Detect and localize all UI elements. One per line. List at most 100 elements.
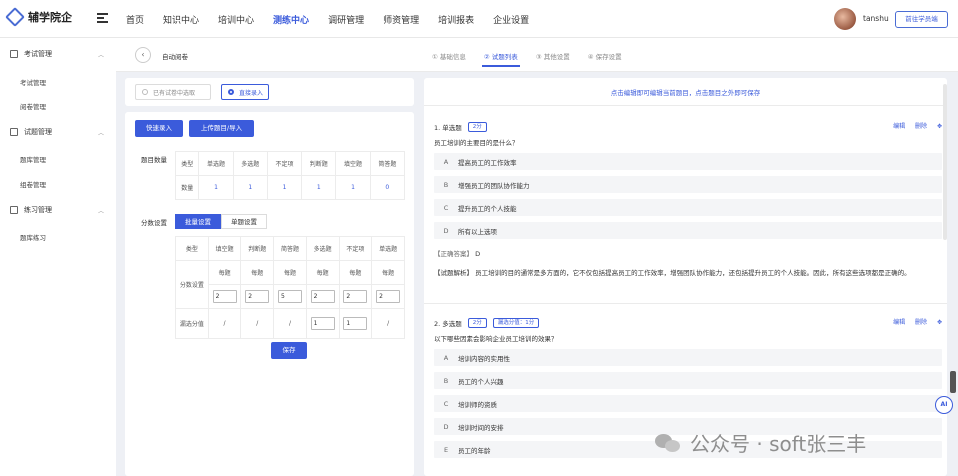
- option-row: B 员工的个人兴趣: [434, 372, 942, 389]
- sidebar-item-compose[interactable]: 组卷管理: [20, 179, 46, 189]
- tab-single[interactable]: 单题设置: [221, 214, 267, 229]
- chevron-up-icon: ︿: [98, 207, 105, 215]
- table-header: 简答题: [369, 151, 406, 176]
- sidebar-item-grading[interactable]: 阅卷管理: [20, 101, 46, 111]
- watermark: 公众号 · soft张三丰: [655, 428, 866, 457]
- nav-survey[interactable]: 调研管理: [328, 13, 364, 26]
- table-cell: /: [240, 308, 275, 339]
- tab-batch[interactable]: 批量设置: [175, 214, 221, 229]
- back-arrow-icon[interactable]: ‹: [135, 47, 151, 63]
- delete-button[interactable]: 删除: [915, 319, 927, 326]
- sidebar-group-questions[interactable]: 试题管理 ︿: [10, 127, 104, 137]
- sidebar-group-exam[interactable]: 考试管理 ︿: [10, 49, 104, 59]
- breadcrumb: ‹ 自动阅卷 ① 基础信息 ② 试题列表 ③ 其他设置 ④ 保存设置: [116, 38, 958, 72]
- question-card[interactable]: 1. 单选题 2分 编辑 删除 ✥ 员工培训的主要目的是什么？ A 提高员工的工作…: [434, 121, 942, 279]
- chevron-up-icon: ︿: [98, 129, 105, 137]
- step-tabs: ① 基础信息 ② 试题列表 ③ 其他设置 ④ 保存设置: [432, 51, 640, 67]
- option-text: 员工的年龄: [458, 446, 491, 455]
- question-panel: 点击编辑即可编辑当前题目，点击题目之外即可保存 1. 单选题 2分 编辑 删除 …: [424, 78, 947, 476]
- option-text: 所有以上选项: [458, 227, 497, 236]
- option-key: D: [443, 422, 449, 431]
- table-header: 类型: [174, 151, 200, 176]
- score-input[interactable]: 5: [277, 290, 302, 303]
- count-label: 题目数量: [141, 156, 167, 164]
- table-header: 简答题: [273, 236, 307, 261]
- table-cell: 每题: [338, 260, 373, 285]
- menu-toggle-icon[interactable]: [97, 13, 108, 25]
- radio-from-paper[interactable]: 已有试卷中选取: [135, 84, 211, 100]
- nav-home[interactable]: 首页: [126, 13, 144, 26]
- missed-score-badge: 漏选分值：1分: [492, 318, 540, 328]
- score-badge: 2分: [467, 318, 487, 328]
- table-header: 单选题: [371, 236, 405, 261]
- sidebar-item-exam-manage[interactable]: 考试管理: [20, 77, 46, 87]
- analysis: 【试题解析】 员工培训的目的通常是多方面的，它不仅包括提高员工的工作效率，增强团…: [434, 268, 942, 279]
- username[interactable]: tanshu: [863, 14, 889, 23]
- panel-scrollbar[interactable]: [943, 84, 947, 240]
- drag-move-icon[interactable]: ✥: [937, 123, 942, 130]
- sidebar-item-bank[interactable]: 题库管理: [20, 154, 46, 164]
- student-portal-button[interactable]: 前往学员端: [895, 11, 948, 28]
- app-logo[interactable]: 辅学院企: [5, 7, 72, 27]
- nav-enterprise[interactable]: 企业设置: [493, 13, 529, 26]
- quick-entry-button[interactable]: 快速录入: [135, 120, 183, 137]
- table-cell: /: [371, 308, 405, 339]
- edit-button[interactable]: 编辑: [893, 319, 905, 326]
- option-row: B 增强员工的团队协作能力: [434, 176, 942, 193]
- table-cell: 每题: [240, 260, 275, 285]
- score-input[interactable]: 2: [212, 290, 237, 303]
- table-cell: 1: [266, 175, 303, 200]
- table-header: 不定项: [338, 236, 373, 261]
- option-key: D: [443, 226, 449, 235]
- table-cell: 每题: [305, 260, 340, 285]
- page-scrollbar[interactable]: [950, 371, 956, 393]
- exam-icon: [10, 50, 18, 58]
- score-input[interactable]: 2: [245, 290, 270, 303]
- nav-teachers[interactable]: 师资管理: [383, 13, 419, 26]
- nav-knowledge[interactable]: 知识中心: [163, 13, 199, 26]
- pen-icon: [10, 206, 18, 214]
- avatar[interactable]: [834, 8, 856, 30]
- option-key: B: [443, 180, 449, 189]
- table-header: 单选题: [198, 151, 234, 176]
- edit-button[interactable]: 编辑: [893, 123, 905, 130]
- step-basic[interactable]: ① 基础信息: [432, 51, 466, 61]
- analysis-text: 员工培训的目的通常是多方面的，它不仅包括提高员工的工作效率，增强团队协作能力，还…: [475, 269, 911, 277]
- option-key: E: [443, 445, 449, 454]
- ai-assistant-icon[interactable]: AI: [935, 396, 953, 414]
- upload-button[interactable]: 上传题目/导入: [189, 120, 254, 137]
- step-save[interactable]: ④ 保存设置: [588, 51, 622, 61]
- radio-direct-entry[interactable]: 直接录入: [221, 84, 269, 100]
- sidebar-group-label: 考试管理: [24, 50, 52, 58]
- answer-value: D: [475, 250, 481, 258]
- nav-reports[interactable]: 培训报表: [438, 13, 474, 26]
- option-text: 培训时间的安排: [458, 423, 504, 432]
- score-input[interactable]: 2: [310, 290, 335, 303]
- score-badge: 2分: [467, 122, 487, 132]
- sidebar-item-practice[interactable]: 题库练习: [20, 232, 46, 242]
- step-other[interactable]: ③ 其他设置: [536, 51, 570, 61]
- score-input[interactable]: 2: [376, 290, 401, 303]
- missed-score-input[interactable]: 1: [343, 317, 368, 330]
- table-cell: 1: [198, 175, 234, 200]
- delete-button[interactable]: 删除: [915, 123, 927, 130]
- sidebar: 考试管理 ︿ 考试管理 阅卷管理 试题管理 ︿ 题库管理 组卷管理 练习管理 ︿…: [0, 38, 116, 476]
- table-header: 多选题: [232, 151, 268, 176]
- wechat-icon: [655, 432, 683, 454]
- table-cell: 1: [232, 175, 268, 200]
- save-button[interactable]: 保存: [271, 342, 307, 359]
- table-cell: /: [207, 308, 242, 339]
- nav-training[interactable]: 培训中心: [218, 13, 254, 26]
- sidebar-group-practice[interactable]: 练习管理 ︿: [10, 205, 104, 215]
- answer-label: 【正确答案】: [434, 250, 473, 258]
- table-cell: 分数设置: [175, 260, 209, 309]
- score-input[interactable]: 2: [343, 290, 368, 303]
- page-title: 自动阅卷: [162, 53, 188, 61]
- nav-assessment[interactable]: 测练中心: [273, 13, 309, 26]
- table-header: 不定项: [266, 151, 303, 176]
- missed-score-input[interactable]: 1: [310, 317, 335, 330]
- table-cell: 数量: [174, 175, 200, 200]
- drag-move-icon[interactable]: ✥: [937, 319, 942, 326]
- table-cell: 1: [335, 175, 371, 200]
- step-questions[interactable]: ② 试题列表: [481, 51, 520, 67]
